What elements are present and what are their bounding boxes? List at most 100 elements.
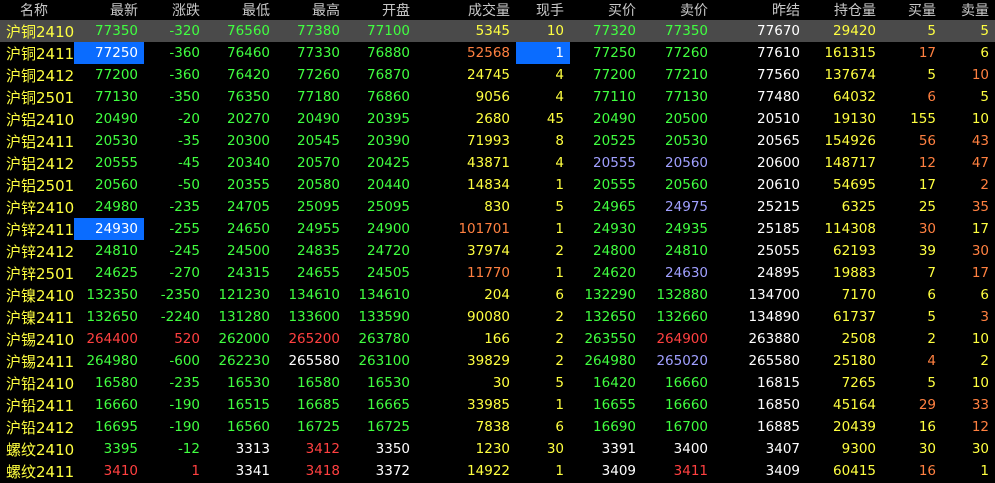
- quote-cell: 16725: [367, 419, 410, 435]
- table-row[interactable]: 沪铜2412 77200 -360 76420 77260 76870 24745 4 7720…: [0, 64, 995, 86]
- table-row[interactable]: 沪锡2410 264400 520 262000 265200 263780 166 2 263…: [0, 328, 995, 350]
- quote-cell: 148717: [824, 155, 876, 171]
- quote-cell: 24720: [367, 243, 410, 259]
- quote-cell: 20390: [367, 133, 410, 149]
- quote-cell: 60415: [833, 463, 876, 479]
- quote-cell: 20510: [757, 111, 800, 127]
- contract-name: 沪锡2410: [6, 330, 74, 349]
- quote-cell: 5: [555, 199, 564, 215]
- table-row[interactable]: 沪铝2412 20555 -45 20340 20570 20425 43871 4 20555…: [0, 152, 995, 174]
- quote-cell: 24955: [297, 221, 340, 237]
- quote-cell: 1: [555, 397, 564, 413]
- table-row[interactable]: 沪镍2410 132350 -2350 121230 134610 134610 204 6 1…: [0, 284, 995, 306]
- column-header[interactable]: 最新: [74, 0, 144, 20]
- column-header[interactable]: 名称: [0, 0, 74, 20]
- table-row[interactable]: 螺纹2410 3395 -12 3313 3412 3350 1230 30 3391 3400 3…: [0, 438, 995, 460]
- table-row[interactable]: 沪锌2410 24980 -235 24705 25095 25095 830 5 24965 2…: [0, 196, 995, 218]
- quote-cell: 4: [555, 89, 564, 105]
- quote-cell: 3412: [305, 441, 340, 457]
- table-row[interactable]: 沪铝2410 20490 -20 20270 20490 20395 2680 45 20490…: [0, 108, 995, 130]
- quote-cell: 62193: [833, 243, 876, 259]
- column-header[interactable]: 开盘: [346, 0, 416, 20]
- table-row[interactable]: 沪铅2410 16580 -235 16530 16580 16530 30 5 16420 16…: [0, 372, 995, 394]
- table-row[interactable]: 沪镍2411 132650 -2240 131280 133600 133590 90080…: [0, 306, 995, 328]
- quote-cell: 3418: [305, 463, 340, 479]
- quote-cell: -2240: [160, 309, 200, 325]
- quote-cell: 33: [971, 397, 989, 413]
- quote-cell: 24745: [467, 67, 510, 83]
- column-header[interactable]: 最高: [276, 0, 346, 20]
- quote-cell: 6: [980, 287, 989, 303]
- quote-cell: 30: [971, 243, 989, 259]
- quote-cell: 16690: [593, 419, 636, 435]
- table-row[interactable]: 沪铝2411 20530 -35 20300 20545 20390 71993 8 20525…: [0, 130, 995, 152]
- quote-cell: 133600: [288, 309, 340, 325]
- contract-name: 沪铜2412: [6, 66, 74, 85]
- table-row[interactable]: 沪铅2411 16660 -190 16515 16685 16665 33985 1 1665…: [0, 394, 995, 416]
- quote-cell: 25095: [297, 199, 340, 215]
- quote-cell: 77560: [757, 67, 800, 83]
- quote-cell: 24930: [74, 218, 144, 240]
- quote-cell: 30: [546, 441, 564, 457]
- contract-name: 沪铅2411: [6, 396, 74, 415]
- quote-cell: 45: [546, 111, 564, 127]
- quote-cell: 16665: [367, 397, 410, 413]
- quote-cell: 5: [927, 23, 936, 39]
- quote-cell: 35: [971, 199, 989, 215]
- quote-cell: 16560: [227, 419, 270, 435]
- contract-name: 螺纹2411: [6, 462, 74, 481]
- table-row[interactable]: 沪铜2411 77250 -360 76460 77330 76880 52568 1 7725…: [0, 42, 995, 64]
- contract-name: 沪镍2410: [6, 286, 74, 305]
- quote-cell: 16515: [227, 397, 270, 413]
- column-header[interactable]: 现手: [516, 0, 570, 20]
- quote-cell: 6: [927, 287, 936, 303]
- quote-cell: 24620: [593, 265, 636, 281]
- quote-cell: 132350: [86, 287, 138, 303]
- quote-cell: 16530: [227, 375, 270, 391]
- quote-cell: 71993: [467, 133, 510, 149]
- column-header[interactable]: 买价: [570, 0, 642, 20]
- table-row[interactable]: 沪铜2410 77350 -320 76560 77380 77100 5345 10 7732…: [0, 20, 995, 42]
- table-row[interactable]: 螺纹2411 3410 1 3341 3418 3372 14922 1 3409 3411 340…: [0, 460, 995, 482]
- quote-cell: 16580: [95, 375, 138, 391]
- quote-cell: 29: [918, 397, 936, 413]
- quote-cell: 24835: [297, 243, 340, 259]
- quote-cell: 20425: [367, 155, 410, 171]
- column-header[interactable]: 成交量: [416, 0, 516, 20]
- table-row[interactable]: 沪锌2411 24930 -255 24650 24955 24900 101701 1 249…: [0, 218, 995, 240]
- quote-cell: 24900: [367, 221, 410, 237]
- quote-cell: 265200: [288, 331, 340, 347]
- column-header[interactable]: 卖价: [642, 0, 714, 20]
- column-header[interactable]: 昨结: [714, 0, 806, 20]
- table-row[interactable]: 沪锡2411 264980 -600 262230 265580 263100 39829 2…: [0, 350, 995, 372]
- quote-cell: 134610: [288, 287, 340, 303]
- table-row[interactable]: 沪锌2412 24810 -245 24500 24835 24720 37974 2 2480…: [0, 240, 995, 262]
- quote-cell: 64032: [833, 89, 876, 105]
- quote-cell: 7838: [475, 419, 510, 435]
- table-row[interactable]: 沪铝2501 20560 -50 20355 20580 20440 14834 1 20555…: [0, 174, 995, 196]
- column-header[interactable]: 卖量: [942, 0, 995, 20]
- quote-cell: 4: [555, 67, 564, 83]
- quote-cell: 20580: [297, 177, 340, 193]
- column-header[interactable]: 持仓量: [806, 0, 882, 20]
- quote-cell: 9300: [841, 441, 876, 457]
- quote-cell: 77380: [297, 23, 340, 39]
- table-row[interactable]: 沪铅2412 16695 -190 16560 16725 16725 7838 6 16690…: [0, 416, 995, 438]
- quote-cell: 20395: [367, 111, 410, 127]
- quote-cell: 5: [927, 67, 936, 83]
- table-row[interactable]: 沪锌2501 24625 -270 24315 24655 24505 11770 1 2462…: [0, 262, 995, 284]
- quote-cell: 161315: [824, 45, 876, 61]
- contract-name: 沪锌2410: [6, 198, 74, 217]
- quote-cell: 77250: [593, 45, 636, 61]
- quote-cell: 1: [516, 42, 570, 64]
- column-header[interactable]: 涨跌: [144, 0, 206, 20]
- column-header[interactable]: 买量: [882, 0, 942, 20]
- quote-cell: 3372: [375, 463, 410, 479]
- quote-cell: 5: [927, 375, 936, 391]
- column-header[interactable]: 最低: [206, 0, 276, 20]
- quote-cell: 16700: [665, 419, 708, 435]
- quote-cell: 90080: [467, 309, 510, 325]
- quote-cell: 1: [191, 463, 200, 479]
- quote-cell: 265580: [288, 353, 340, 369]
- table-row[interactable]: 沪铜2501 77130 -350 76350 77180 76860 9056 4 77110…: [0, 86, 995, 108]
